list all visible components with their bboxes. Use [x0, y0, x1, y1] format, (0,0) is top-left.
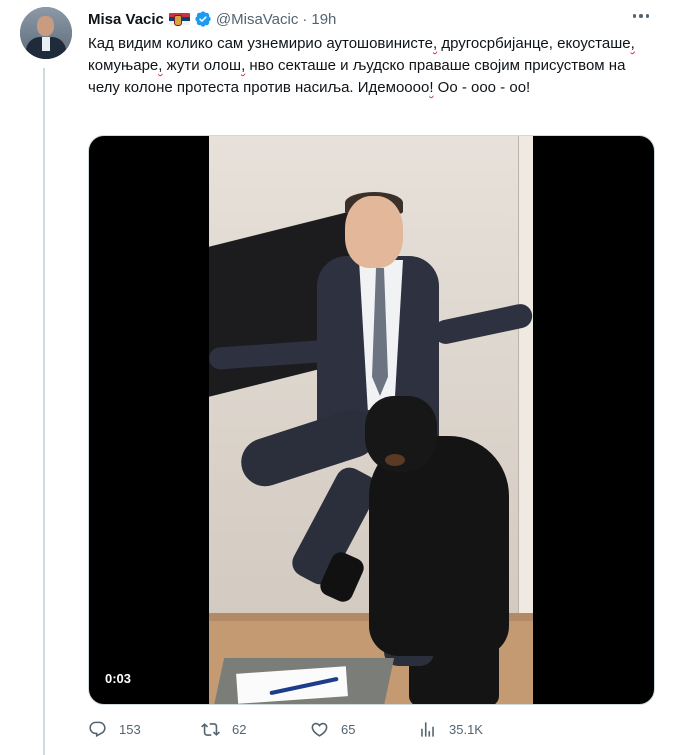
heart-icon: [311, 722, 328, 737]
tweet-text-segment: Оо - ооо - оо!: [433, 79, 531, 96]
video-duration: 0:03: [105, 671, 132, 686]
reply-count: 153: [119, 721, 141, 737]
views-button[interactable]: 35.1K: [418, 717, 483, 741]
avatar[interactable]: [20, 7, 72, 59]
views-count: 35.1K: [449, 721, 483, 737]
more-options-icon[interactable]: [627, 6, 655, 26]
thread-line: [43, 68, 45, 755]
separator-dot: ·: [302, 10, 308, 28]
like-button[interactable]: 65: [310, 717, 355, 741]
author-name[interactable]: Misa Vacic: [88, 11, 164, 28]
action-bar: 153 62 65 35.1K: [88, 717, 655, 741]
retweet-count: 62: [232, 721, 247, 737]
retweet-icon: [201, 722, 220, 736]
reply-button[interactable]: 153: [88, 717, 141, 741]
verified-badge-icon[interactable]: [194, 10, 212, 28]
video-player[interactable]: 0:03: [88, 135, 655, 705]
tweet-text-segment: комуњаре: [88, 57, 159, 74]
author-handle[interactable]: @MisaVacic: [216, 11, 298, 28]
spellcheck-marked-text: ,: [630, 35, 635, 52]
reply-icon: [89, 721, 106, 737]
tweet-text-segment: другосрбијанце, екоусташе: [437, 35, 631, 52]
tweet-header: Misa Vacic @MisaVacic · 19h: [88, 9, 336, 29]
tweet-text-segment: Кад видим колико сам узнемирио аутошовин…: [88, 35, 433, 52]
tweet-text: Кад видим колико сам узнемирио аутошовин…: [88, 33, 658, 99]
tweet-timestamp[interactable]: 19h: [311, 11, 336, 28]
views-icon: [421, 721, 434, 737]
retweet-button[interactable]: 62: [201, 717, 246, 741]
video-frame[interactable]: [209, 136, 533, 704]
like-count: 65: [341, 721, 356, 737]
tweet-text-segment: жути олош: [162, 57, 242, 74]
serbia-flag-icon: [168, 12, 190, 26]
